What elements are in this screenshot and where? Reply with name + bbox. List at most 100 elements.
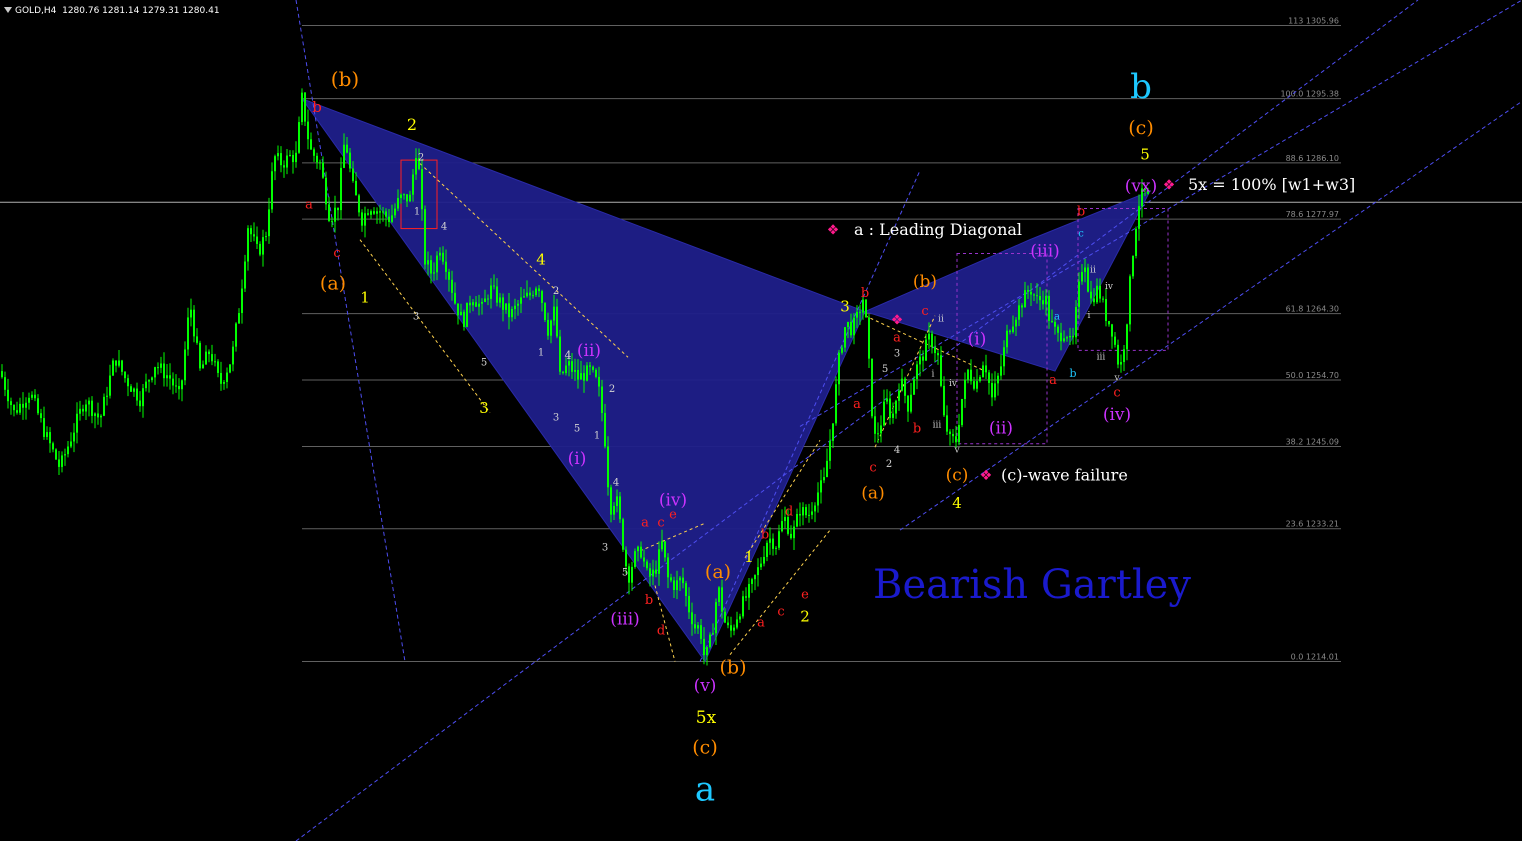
candle-body: [955, 436, 957, 443]
candle-body: [145, 381, 147, 389]
candle-body: [754, 575, 756, 580]
candle-body: [451, 279, 453, 293]
candle-body: [1069, 336, 1071, 338]
candle-body: [604, 412, 606, 447]
candle-body: [718, 587, 720, 603]
candle-body: [619, 496, 621, 520]
candle-body: [559, 336, 561, 372]
candle-body: [1096, 285, 1098, 303]
candle-body: [277, 153, 279, 157]
candle-body: [151, 377, 153, 381]
channel-line: [295, 0, 1419, 841]
wave-label: 5: [882, 364, 888, 375]
candle-body: [415, 158, 417, 175]
candle-body: [556, 306, 558, 337]
candle-body: [730, 625, 732, 631]
candle-body: [565, 365, 567, 374]
candle-body: [49, 432, 51, 444]
candle-body: [898, 390, 900, 401]
candle-body: [637, 546, 639, 552]
wave-label: 1: [538, 348, 544, 359]
candle-body: [958, 425, 960, 443]
candle-body: [382, 211, 384, 213]
candle-body: [760, 563, 762, 568]
candle-body: [511, 309, 513, 318]
candle-body: [478, 303, 480, 307]
candle-body: [130, 386, 132, 392]
candle-body: [172, 378, 174, 386]
candle-body: [847, 321, 849, 328]
candle-body: [127, 378, 129, 387]
candle-body: [217, 361, 219, 373]
candle-body: [937, 353, 939, 356]
candle-body: [1006, 330, 1008, 348]
candle-body: [310, 139, 312, 150]
candle-body: [586, 365, 588, 381]
candle-body: [1135, 228, 1137, 256]
candle-body: [1090, 291, 1092, 299]
candle-body: [697, 625, 699, 629]
candle-body: [160, 363, 162, 368]
fib-level-label: 0.0 1214.01: [1291, 653, 1339, 662]
wave-label: c: [1078, 229, 1084, 240]
wave-label: c: [869, 460, 876, 475]
candle-body: [574, 369, 576, 372]
wave-label: b: [312, 98, 322, 116]
candle-body: [562, 371, 564, 374]
candle-body: [967, 369, 969, 380]
candle-body: [103, 396, 105, 416]
candle-body: [331, 220, 333, 222]
bullet-icon: ❖: [827, 223, 840, 239]
chart-type-icon: [4, 6, 12, 13]
candle-body: [1021, 305, 1023, 308]
candle-body: [205, 351, 207, 365]
wave-label: 4: [536, 250, 546, 268]
candle-body: [349, 152, 351, 169]
candle-body: [1027, 290, 1029, 292]
wave-label: v: [953, 445, 960, 455]
candle-body: [187, 317, 189, 350]
candle-body: [82, 408, 84, 412]
candle-body: [139, 400, 141, 407]
candle-body: [994, 383, 996, 398]
candle-body: [298, 122, 300, 153]
candle-body: [1111, 324, 1113, 337]
wave-label: d: [785, 505, 793, 520]
candle-body: [214, 361, 216, 363]
wave-label: 1: [360, 288, 370, 306]
candle-body: [316, 155, 318, 163]
wave-label: 3: [840, 297, 850, 315]
wave-label: 4: [894, 445, 900, 456]
candle-body: [286, 155, 288, 168]
wave-label: a: [695, 770, 715, 810]
wave-label: 2: [407, 115, 417, 134]
candle-body: [979, 377, 981, 382]
wave-label: 5x: [696, 708, 717, 728]
candle-body: [865, 299, 867, 318]
wave-label: c: [921, 304, 928, 319]
candle-body: [553, 306, 555, 321]
candle-body: [436, 255, 438, 273]
candle-body: [256, 236, 258, 244]
candle-body: [1102, 298, 1104, 300]
wave-label: (a): [320, 273, 346, 295]
candle-body: [1129, 276, 1131, 325]
candle-body: [142, 388, 144, 407]
gold-h4-chart[interactable]: 113 1305.96 100.0 1295.38 88.6 1286.10 78.6…: [0, 0, 1522, 841]
candle-body: [1060, 332, 1062, 342]
candle-body: [862, 299, 864, 313]
candle-body: [940, 355, 942, 386]
wave-label: 5: [574, 424, 580, 435]
candle-body: [772, 538, 774, 549]
fib-level-label: 61.8 1264.30: [1286, 305, 1339, 314]
candle-body: [406, 194, 408, 202]
wave-label: b: [761, 527, 769, 542]
candle-body: [211, 354, 213, 362]
candle-body: [463, 311, 465, 327]
candle-body: [79, 408, 81, 414]
candle-body: [508, 303, 510, 318]
candle-body: [1045, 295, 1047, 305]
candle-body: [703, 638, 705, 656]
candle-body: [952, 434, 954, 437]
candle-body: [445, 261, 447, 272]
